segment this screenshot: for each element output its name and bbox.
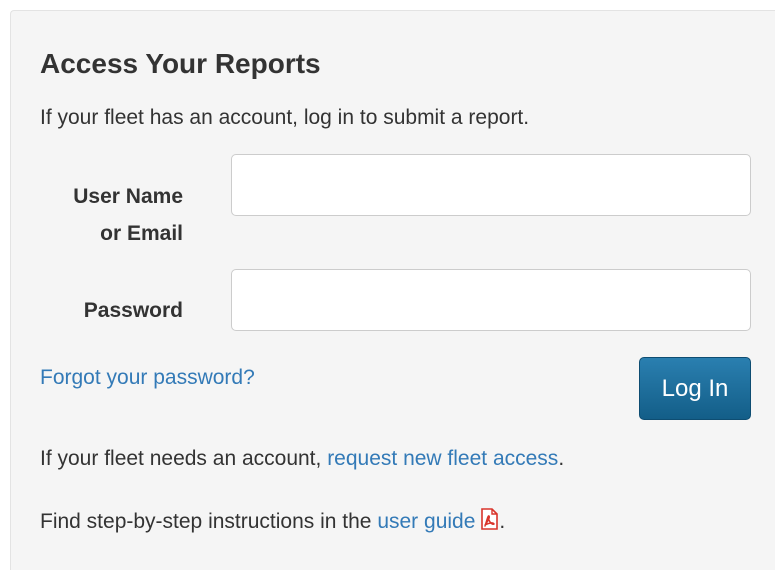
- password-input[interactable]: [231, 269, 751, 331]
- guide-suffix: .: [499, 510, 506, 533]
- user-guide-link-label: user guide: [377, 510, 476, 533]
- need-account-text: If your fleet needs an account, request …: [40, 446, 564, 472]
- need-account-suffix: .: [558, 447, 565, 470]
- username-label-line2: or Email: [100, 222, 183, 245]
- user-guide-text: Find step-by-step instructions in the us…: [40, 508, 505, 535]
- need-account-prefix: If your fleet needs an account,: [40, 447, 328, 470]
- page-title: Access Your Reports: [40, 48, 321, 79]
- login-panel: Access Your Reports If your fleet has an…: [10, 10, 775, 570]
- guide-prefix: Find step-by-step instructions in the: [40, 510, 378, 533]
- forgot-password-link[interactable]: Forgot your password?: [40, 365, 255, 391]
- user-guide-link[interactable]: user guide: [377, 508, 499, 533]
- request-access-link[interactable]: request new fleet access: [327, 447, 558, 470]
- intro-text: If your fleet has an account, log in to …: [40, 106, 530, 129]
- username-label: User Name or Email: [73, 178, 183, 252]
- pdf-icon: [479, 508, 499, 530]
- password-label: Password: [83, 299, 183, 322]
- username-input[interactable]: [231, 154, 751, 216]
- login-button[interactable]: Log In: [639, 357, 751, 420]
- username-label-line1: User Name: [73, 185, 183, 208]
